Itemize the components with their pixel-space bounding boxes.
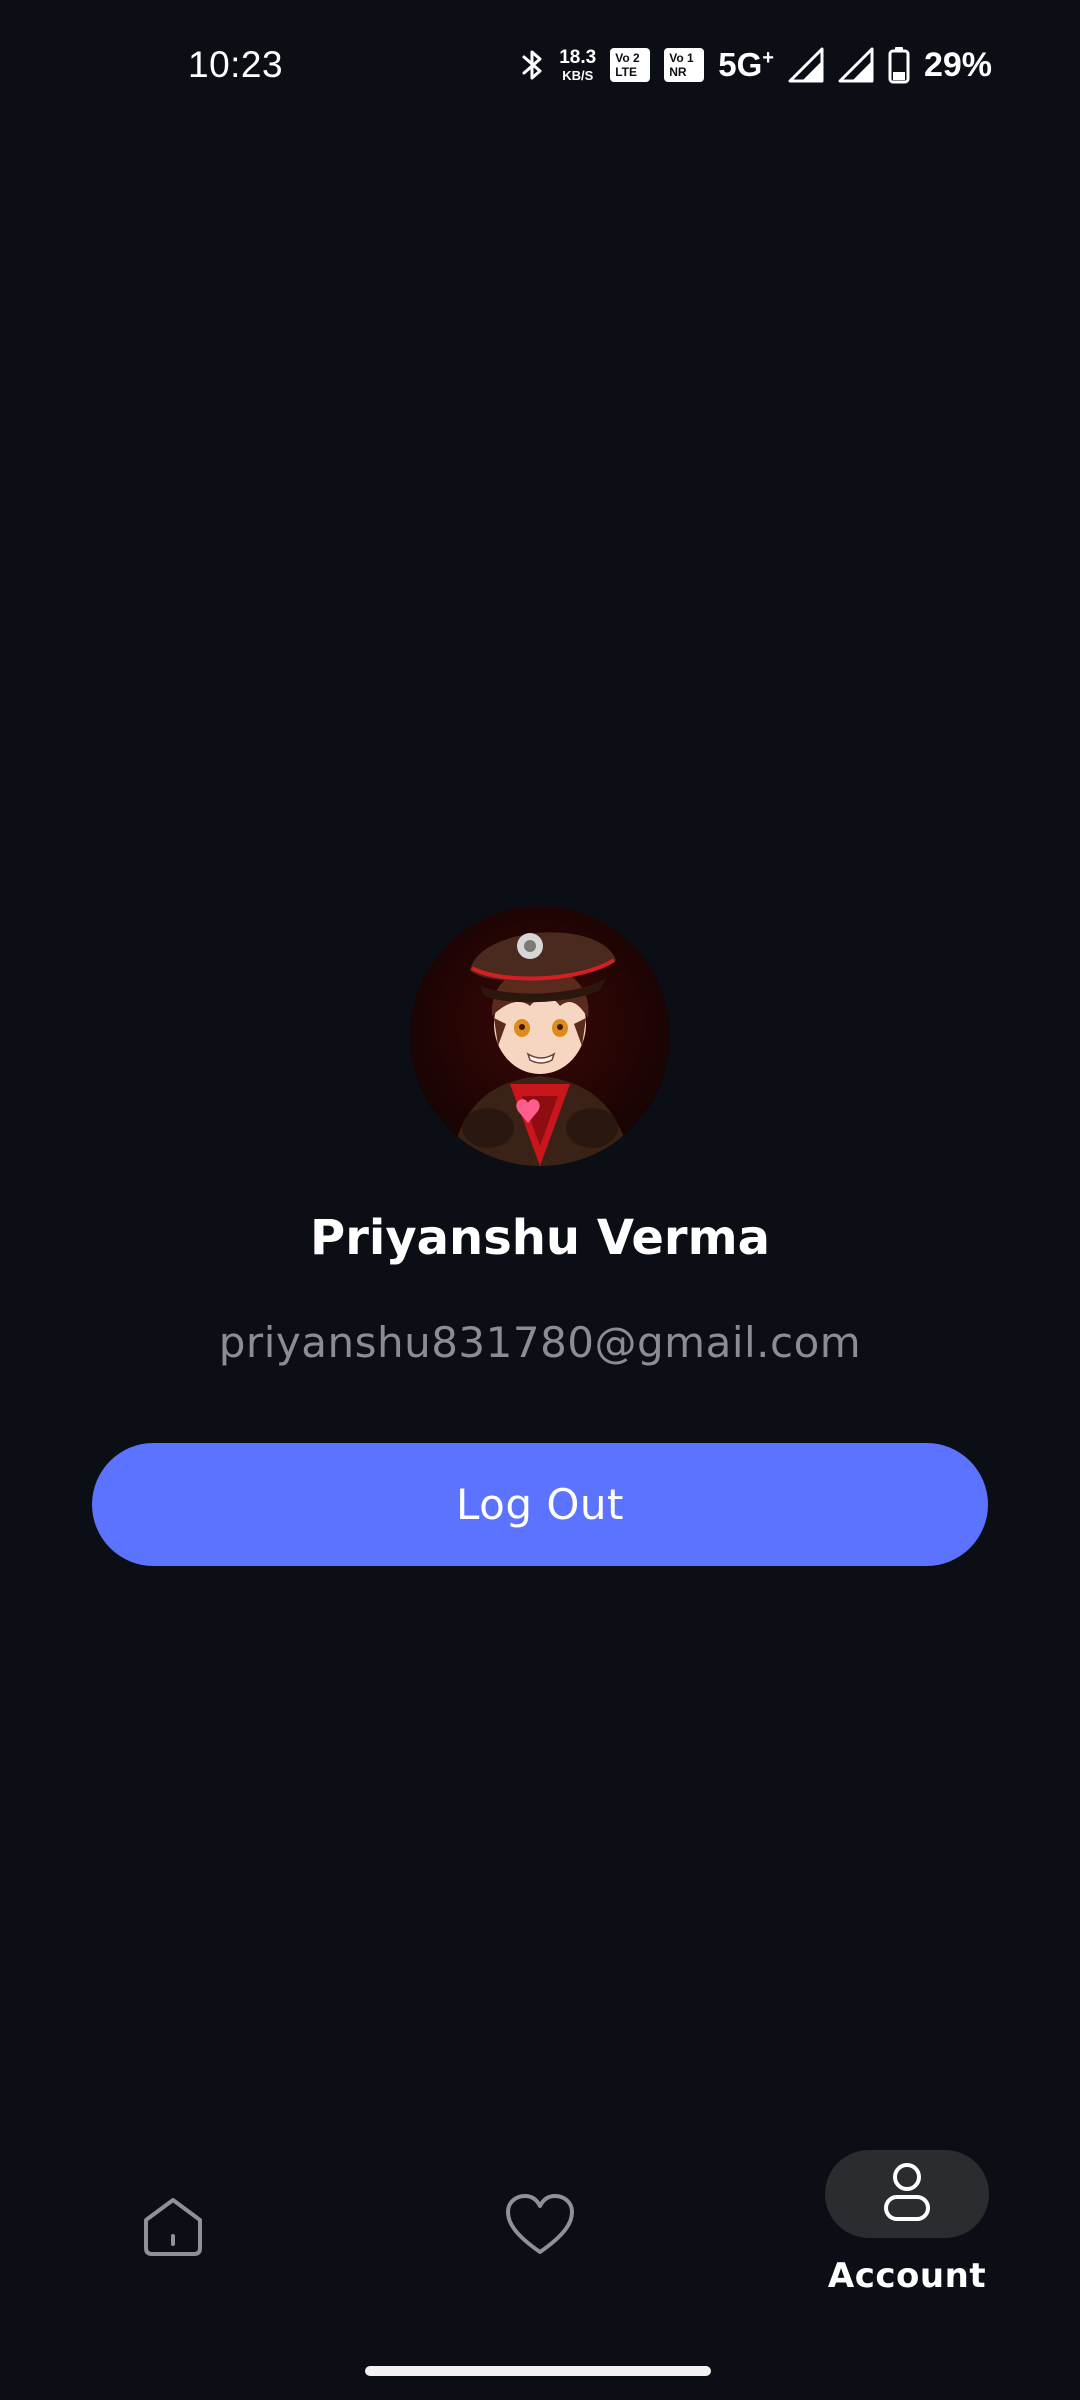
volte-sim2-icon: Vo 2 LTE	[610, 48, 651, 82]
profile-email: priyanshu831780@gmail.com	[218, 1318, 862, 1367]
account-screen: 10:23 18.3 KB/S Vo 2 LTE Vo 1 NR 5G+ 29%…	[0, 0, 1080, 2400]
status-icons: 18.3 KB/S Vo 2 LTE Vo 1 NR 5G+ 29%	[519, 40, 992, 90]
bottom-navigation: Account	[0, 2140, 1080, 2320]
volte-sim2-top: Vo	[615, 51, 630, 65]
signal-icon	[788, 47, 824, 83]
status-time: 10:23	[188, 44, 284, 85]
volte-sim1-top: Vo	[669, 51, 684, 65]
status-bar: 10:23 18.3 KB/S Vo 2 LTE Vo 1 NR 5G+ 29%	[0, 0, 1080, 130]
signal-icon	[838, 47, 874, 83]
nav-favorites[interactable]	[485, 2192, 595, 2262]
profile-name: Priyanshu Verma	[310, 1210, 770, 1266]
battery-icon	[888, 46, 910, 84]
volte-sim1-bottom: NR	[669, 65, 687, 79]
nav-account-label: Account	[827, 2256, 987, 2296]
home-icon	[140, 2194, 206, 2264]
nav-home[interactable]	[118, 2194, 228, 2264]
battery-percentage: 29%	[923, 45, 992, 84]
account-pill	[825, 2150, 989, 2238]
home-indicator[interactable]	[365, 2366, 711, 2376]
network-speed: 18.3 KB/S	[559, 48, 596, 82]
network-speed-value: 18.3	[559, 47, 597, 68]
nav-account[interactable]: Account	[825, 2150, 989, 2296]
network-type-plus: +	[762, 47, 774, 69]
avatar	[410, 906, 670, 1166]
volte-sim2-num: 2	[633, 51, 640, 65]
heart-icon	[504, 2192, 576, 2262]
logout-button[interactable]: Log Out	[92, 1443, 988, 1566]
bluetooth-icon	[519, 47, 545, 83]
volte-sim1-icon: Vo 1 NR	[664, 48, 705, 82]
volte-sim1-num: 1	[687, 51, 694, 65]
network-type: 5G+	[718, 46, 774, 84]
network-speed-unit: KB/S	[562, 68, 594, 83]
account-icon	[882, 2161, 932, 2227]
network-type-label: 5G	[718, 46, 763, 83]
volte-sim2-bottom: LTE	[615, 65, 637, 79]
